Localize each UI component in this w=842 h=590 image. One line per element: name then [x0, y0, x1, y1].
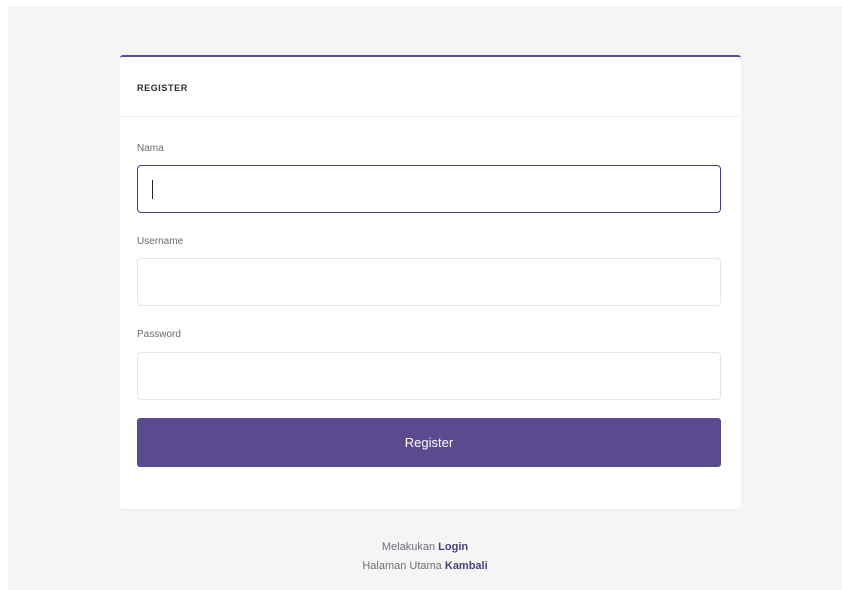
card-header: REGISTER [120, 57, 741, 117]
home-prefix-text: Halaman Utama [362, 560, 442, 572]
home-line: Halaman Utama Kambali [8, 560, 842, 572]
card-title: REGISTER [137, 83, 188, 93]
nama-input[interactable] [137, 165, 721, 213]
login-prefix-text: Melakukan [381, 541, 436, 553]
login-link[interactable]: Login [438, 541, 468, 553]
nama-label: Nama [137, 143, 164, 154]
username-input[interactable] [137, 258, 721, 306]
password-label: Password [137, 329, 181, 340]
password-input[interactable] [137, 352, 721, 400]
register-card: REGISTER Nama Username Password Register [120, 55, 741, 509]
username-label: Username [137, 236, 184, 247]
home-link[interactable]: Kambali [445, 560, 488, 572]
register-button[interactable]: Register [137, 418, 721, 467]
login-line: Melakukan Login [8, 541, 842, 553]
page-background: REGISTER Nama Username Password Register… [8, 6, 842, 590]
text-caret [152, 180, 153, 199]
